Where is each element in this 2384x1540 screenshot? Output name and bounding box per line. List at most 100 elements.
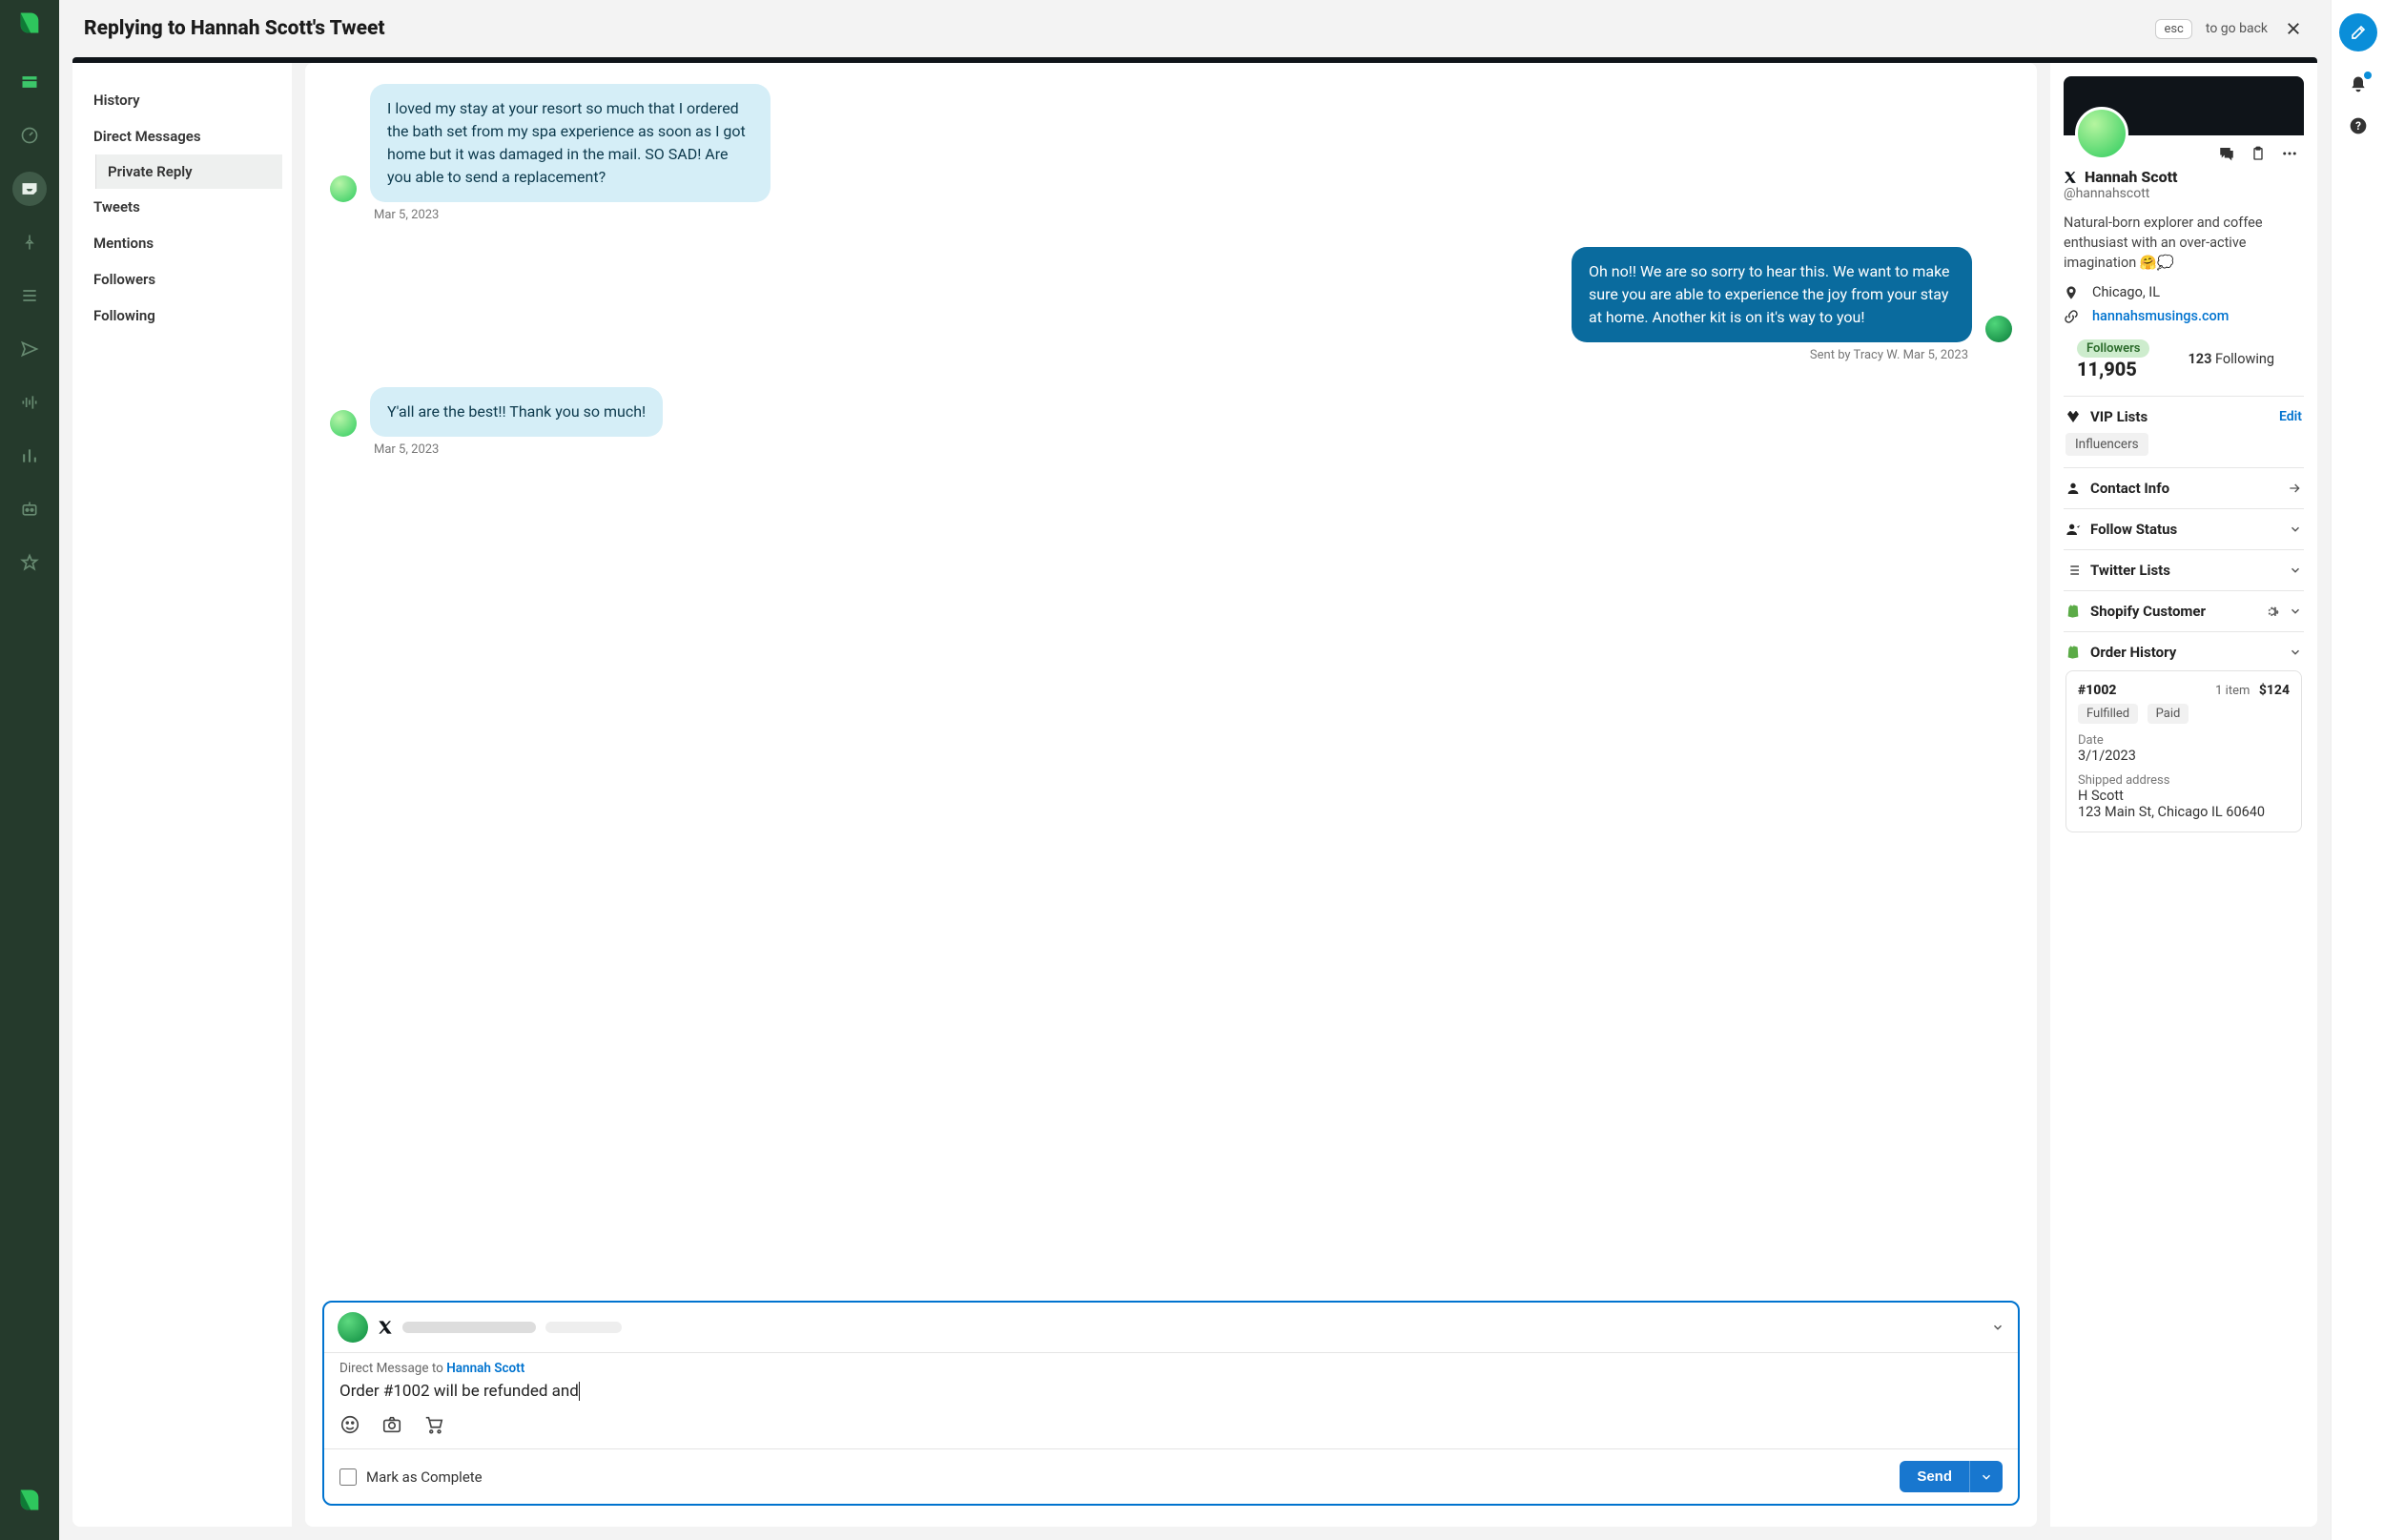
message-thread[interactable]: I loved my stay at your resort so much t… — [322, 84, 2020, 1301]
mark-complete-input[interactable] — [339, 1468, 357, 1486]
utility-rail: ? — [2331, 0, 2384, 1540]
nav-bot-icon[interactable] — [12, 492, 47, 526]
sprout-logo-icon — [16, 10, 43, 36]
mark-complete-label: Mark as Complete — [366, 1468, 483, 1486]
nav-reports-icon[interactable] — [12, 439, 47, 473]
profile-location-row: Chicago, IL — [2064, 284, 2304, 300]
section-title: Twitter Lists — [2090, 562, 2170, 579]
tab-following[interactable]: Following — [82, 298, 282, 334]
modal-header: Replying to Hannah Scott's Tweet esc to … — [59, 0, 2331, 57]
profile-card: Hannah Scott @hannahscott Natural-born e… — [2064, 76, 2304, 380]
nav-reviews-icon[interactable] — [12, 545, 47, 580]
order-status-fulfilled: Fulfilled — [2078, 704, 2138, 724]
message-sent-by: Sent by Tracy W. Mar 5, 2023 — [330, 348, 1968, 362]
send-options-button[interactable] — [1969, 1461, 2003, 1492]
followers-stat: Followers 11,905 — [2077, 338, 2149, 380]
section-vip-lists: VIP Lists Edit Influencers — [2064, 396, 2304, 467]
order-price: $124 — [2259, 683, 2290, 698]
composer-footer: Mark as Complete Send — [324, 1448, 2018, 1504]
send-button[interactable]: Send — [1900, 1461, 1969, 1492]
help-icon[interactable]: ? — [2349, 116, 2368, 135]
tab-mentions[interactable]: Mentions — [82, 225, 282, 261]
close-icon[interactable] — [2281, 16, 2306, 41]
message-icon[interactable] — [2218, 145, 2235, 162]
account-placeholder — [545, 1322, 622, 1333]
order-ship-name: H Scott — [2078, 788, 2290, 804]
message-out: Oh no!! We are so sorry to hear this. We… — [330, 247, 2012, 342]
composer-header[interactable] — [324, 1303, 2018, 1352]
message-in: I loved my stay at your resort so much t… — [330, 84, 2012, 202]
tab-history[interactable]: History — [82, 82, 282, 118]
edit-link[interactable]: Edit — [2279, 409, 2302, 424]
diamond-icon — [2065, 409, 2081, 424]
section-shopify-customer[interactable]: Shopify Customer — [2064, 590, 2304, 631]
message-bubble: I loved my stay at your resort so much t… — [370, 84, 771, 202]
tab-followers[interactable]: Followers — [82, 261, 282, 298]
composer-draft-text: Order #1002 will be refunded and — [339, 1382, 579, 1401]
tab-tweets[interactable]: Tweets — [82, 189, 282, 225]
account-placeholder — [402, 1322, 536, 1333]
arrow-right-icon — [2287, 481, 2302, 496]
followers-label: Followers — [2077, 339, 2149, 358]
section-title: VIP Lists — [2090, 408, 2148, 425]
conversation-panel: I loved my stay at your resort so much t… — [305, 63, 2037, 1527]
gear-icon[interactable] — [2265, 605, 2279, 619]
main-area: Replying to Hannah Scott's Tweet esc to … — [59, 0, 2331, 1540]
order-status-paid: Paid — [2148, 704, 2189, 724]
profile-handle: @hannahscott — [2064, 186, 2304, 201]
mark-complete-checkbox[interactable]: Mark as Complete — [339, 1468, 483, 1486]
vip-tag[interactable]: Influencers — [2065, 433, 2148, 456]
composer-textarea[interactable]: Order #1002 will be refunded and — [324, 1376, 2018, 1414]
section-title: Shopify Customer — [2090, 603, 2206, 620]
page-title: Replying to Hannah Scott's Tweet — [84, 17, 385, 40]
composer-account-avatar-icon — [338, 1312, 368, 1343]
camera-attachment-icon[interactable] — [381, 1414, 402, 1435]
compose-button[interactable] — [2339, 13, 2377, 51]
order-id: #1002 — [2078, 683, 2117, 698]
clipboard-icon[interactable] — [2250, 145, 2266, 162]
contact-avatar-icon — [330, 175, 357, 202]
section-follow-status[interactable]: Follow Status — [2064, 508, 2304, 549]
profile-website-link[interactable]: hannahsmusings.com — [2092, 308, 2229, 324]
chevron-down-icon[interactable] — [1991, 1321, 2004, 1334]
profile-avatar-icon — [2075, 107, 2128, 160]
notification-badge — [2364, 72, 2372, 79]
profile-name-row: Hannah Scott — [2064, 168, 2304, 186]
context-recipient-link[interactable]: Hannah Scott — [446, 1361, 524, 1376]
link-icon — [2064, 309, 2081, 324]
emoji-picker-icon[interactable] — [339, 1414, 360, 1435]
nav-feeds-icon[interactable] — [12, 278, 47, 313]
followers-count: 11,905 — [2077, 358, 2149, 380]
section-header[interactable]: Order History — [2065, 644, 2302, 661]
profile-stats: Followers 11,905 123 Following — [2077, 338, 2304, 380]
profile-bio: Natural-born explorer and coffee enthusi… — [2064, 213, 2304, 273]
message-timestamp: Mar 5, 2023 — [374, 208, 2012, 222]
shopping-cart-icon[interactable] — [423, 1414, 444, 1435]
more-options-icon[interactable] — [2281, 145, 2298, 162]
nav-listening-icon[interactable] — [12, 385, 47, 420]
nav-pin-icon[interactable] — [12, 225, 47, 259]
go-back-hint: to go back — [2206, 21, 2268, 36]
order-card[interactable]: #1002 1 item $124 Fulfilled Paid Date 3/… — [2065, 670, 2302, 832]
reply-composer: Direct Message to Hannah Scott Order #10… — [322, 1301, 2020, 1506]
section-header[interactable]: VIP Lists Edit — [2065, 408, 2302, 425]
message-bubble: Oh no!! We are so sorry to hear this. We… — [1572, 247, 1972, 342]
tab-direct-messages[interactable]: Direct Messages — [82, 118, 282, 154]
tab-private-reply[interactable]: Private Reply — [95, 154, 282, 189]
section-twitter-lists[interactable]: Twitter Lists — [2064, 549, 2304, 590]
section-title: Follow Status — [2090, 521, 2177, 538]
list-icon — [2065, 563, 2081, 578]
nav-send-icon[interactable] — [12, 332, 47, 366]
nav-publishing-icon[interactable] — [12, 65, 47, 99]
chevron-down-icon — [2289, 523, 2302, 536]
composer-context: Direct Message to Hannah Scott — [324, 1352, 2018, 1376]
composer-toolbar — [324, 1414, 2018, 1448]
following-label: Following — [2215, 351, 2274, 367]
sprout-footer-logo-icon — [16, 1487, 43, 1513]
nav-dashboard-icon[interactable] — [12, 118, 47, 153]
profile-name: Hannah Scott — [2085, 168, 2178, 186]
notifications-icon[interactable] — [2349, 74, 2368, 93]
section-contact-info[interactable]: Contact Info — [2064, 467, 2304, 508]
nav-inbox-icon[interactable] — [12, 172, 47, 206]
profile-website-row: hannahsmusings.com — [2064, 308, 2304, 324]
